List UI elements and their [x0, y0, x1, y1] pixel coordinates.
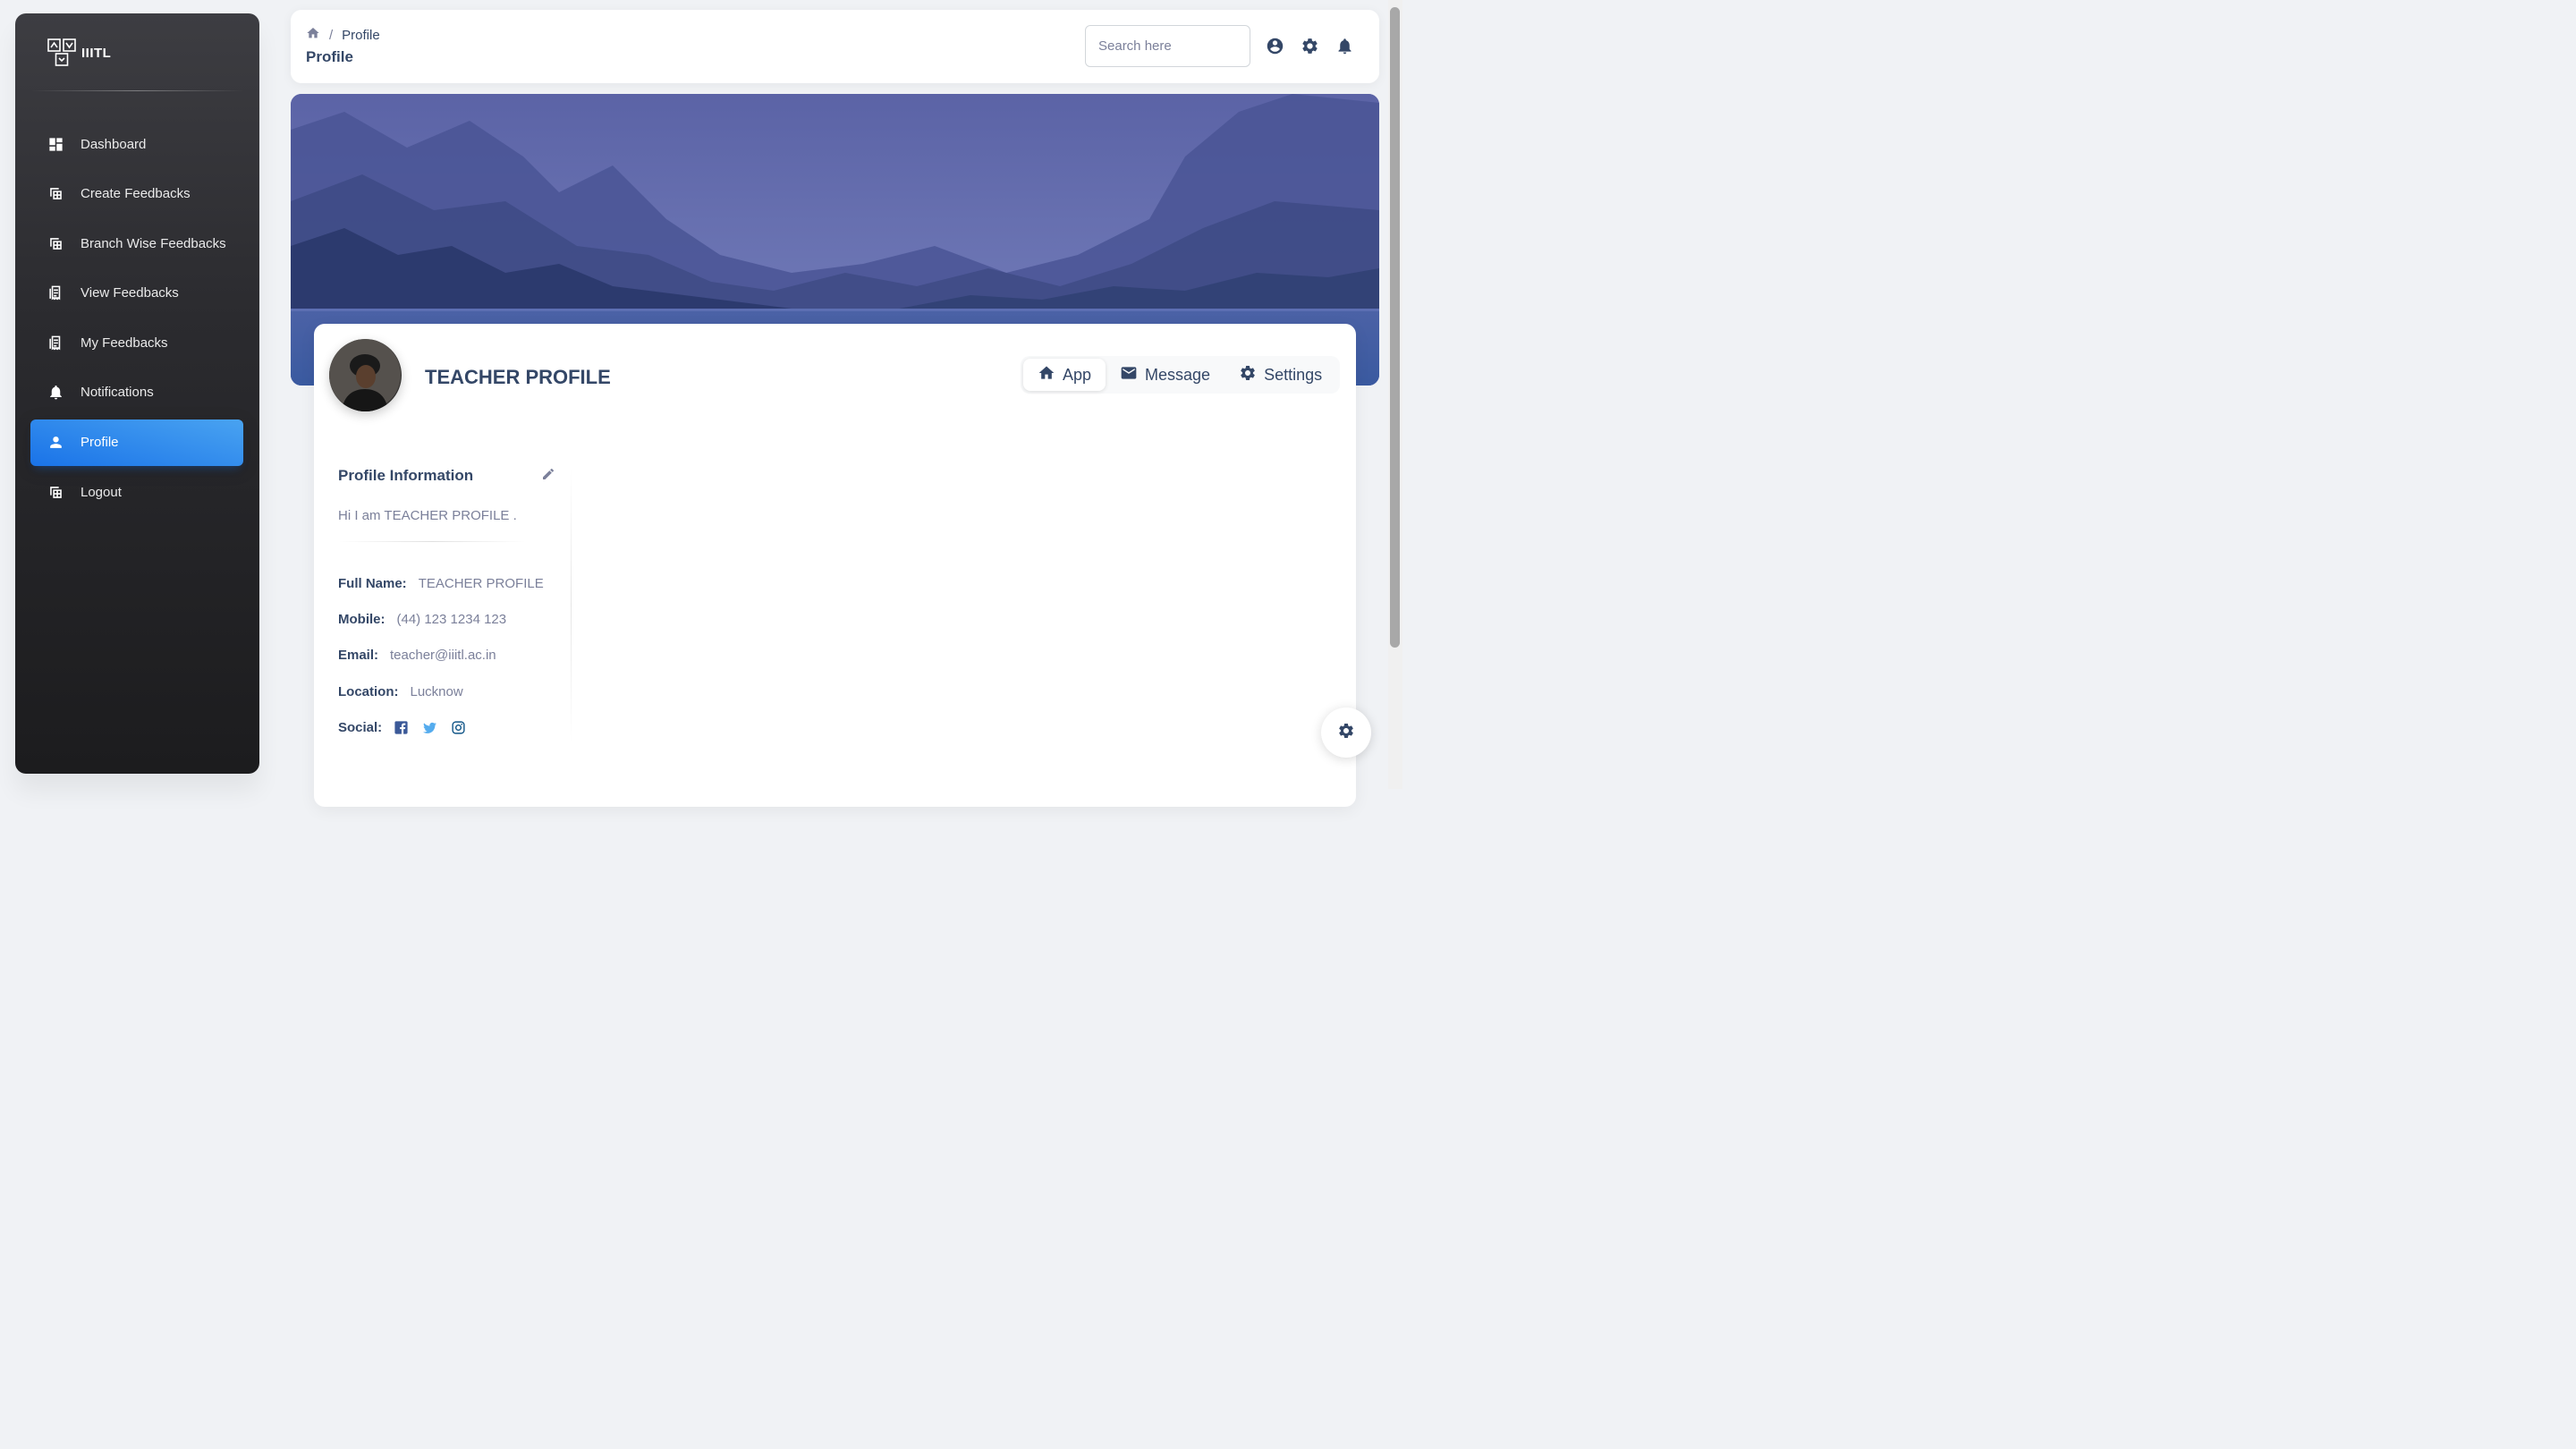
- sidebar-item-create-feedbacks[interactable]: Create Feedbacks: [30, 171, 243, 217]
- profile-information: Profile Information Hi I am TEACHER PROF…: [338, 467, 571, 745]
- gear-icon[interactable]: [1301, 37, 1319, 55]
- top-icon-group: [1266, 37, 1354, 55]
- mail-icon: [1120, 364, 1138, 386]
- instagram-icon[interactable]: [451, 720, 466, 735]
- edit-icon[interactable]: [541, 467, 555, 481]
- page-scrollbar[interactable]: [1388, 0, 1402, 789]
- scrollbar-thumb[interactable]: [1390, 7, 1400, 648]
- email-value: teacher@iiitl.ac.in: [390, 648, 496, 664]
- brand-logo[interactable]: IIITL: [47, 37, 111, 69]
- sidebar-item-view-feedbacks[interactable]: View Feedbacks: [30, 270, 243, 317]
- breadcrumb-separator: /: [329, 27, 334, 43]
- sidebar-item-label: Logout: [80, 484, 122, 500]
- bell-icon: [47, 384, 64, 402]
- sidebar-item-label: Create Feedbacks: [80, 186, 191, 202]
- sidebar-item-label: Dashboard: [80, 136, 147, 152]
- brand-name: IIITL: [81, 45, 112, 61]
- tab-settings[interactable]: Settings: [1224, 359, 1336, 391]
- sidebar-item-label: View Feedbacks: [80, 285, 179, 301]
- configurator-button[interactable]: [1321, 708, 1371, 758]
- twitter-icon[interactable]: [422, 720, 437, 735]
- sidebar-item-label: Notifications: [80, 385, 154, 401]
- profile-info-list: Full Name: TEACHER PROFILE Mobile: (44) …: [338, 565, 571, 745]
- tab-app[interactable]: App: [1023, 359, 1106, 391]
- bell-icon[interactable]: [1335, 37, 1354, 55]
- home-icon: [1038, 364, 1055, 386]
- sidebar-item-dashboard[interactable]: Dashboard: [30, 121, 243, 167]
- tab-label: Settings: [1264, 365, 1323, 384]
- tab-label: App: [1063, 365, 1092, 384]
- full-name-label: Full Name:: [338, 575, 407, 591]
- sidebar-item-label: Profile: [80, 435, 119, 451]
- receipt-icon: [47, 284, 64, 302]
- sidebar-item-label: My Feedbacks: [80, 335, 168, 351]
- sidebar-item-label: Branch Wise Feedbacks: [80, 235, 226, 251]
- location-value: Lucknow: [410, 683, 463, 699]
- sidebar-item-logout[interactable]: Logout: [30, 469, 243, 515]
- sidebar-item-notifications[interactable]: Notifications: [30, 369, 243, 416]
- tab-label: Message: [1145, 365, 1211, 384]
- mobile-label: Mobile:: [338, 611, 386, 627]
- sidebar-divider: [31, 90, 243, 91]
- profile-information-title: Profile Information: [338, 467, 474, 484]
- person-icon: [47, 434, 64, 452]
- profile-tabs: App Message Settings: [1021, 356, 1340, 394]
- sidebar-nav: Dashboard Create Feedbacks Branch Wise F…: [30, 121, 243, 519]
- profile-bio: Hi I am TEACHER PROFILE .: [338, 508, 517, 523]
- table-icon: [47, 483, 64, 501]
- mobile-value: (44) 123 1234 123: [396, 611, 507, 627]
- dashboard-icon: [47, 135, 64, 153]
- gear-icon: [1239, 364, 1257, 386]
- brand-icon: [47, 38, 76, 66]
- receipt-icon: [47, 334, 64, 352]
- info-row-full-name: Full Name: TEACHER PROFILE: [338, 565, 571, 601]
- profile-card: TEACHER PROFILE App Message Settings Pro…: [314, 324, 1356, 807]
- sidebar: IIITL Dashboard Create Feedbacks Branch …: [15, 13, 259, 774]
- profile-name: TEACHER PROFILE: [425, 366, 611, 388]
- gear-icon: [1337, 722, 1355, 744]
- info-divider: [338, 541, 526, 542]
- email-label: Email:: [338, 648, 379, 664]
- account-circle-icon[interactable]: [1266, 37, 1284, 55]
- home-icon[interactable]: [306, 26, 320, 44]
- social-label: Social:: [338, 719, 383, 735]
- vertical-divider: [571, 467, 572, 744]
- page-title: Profile: [306, 48, 353, 65]
- full-name-value: TEACHER PROFILE: [418, 575, 544, 591]
- info-row-location: Location: Lucknow: [338, 674, 571, 709]
- table-icon: [47, 185, 64, 203]
- tab-message[interactable]: Message: [1106, 359, 1224, 391]
- top-navbar: / Profile Profile: [291, 10, 1379, 83]
- search-input[interactable]: [1085, 25, 1250, 67]
- facebook-icon[interactable]: [394, 720, 409, 735]
- table-icon: [47, 234, 64, 252]
- location-label: Location:: [338, 683, 399, 699]
- breadcrumb: / Profile: [306, 26, 380, 44]
- info-row-mobile: Mobile: (44) 123 1234 123: [338, 601, 571, 637]
- avatar: [329, 339, 402, 411]
- info-row-email: Email: teacher@iiitl.ac.in: [338, 638, 571, 674]
- info-row-social: Social:: [338, 709, 571, 745]
- sidebar-item-my-feedbacks[interactable]: My Feedbacks: [30, 319, 243, 366]
- sidebar-item-profile[interactable]: Profile: [30, 419, 243, 466]
- breadcrumb-current: Profile: [342, 27, 380, 43]
- sidebar-item-branch-wise-feedbacks[interactable]: Branch Wise Feedbacks: [30, 220, 243, 267]
